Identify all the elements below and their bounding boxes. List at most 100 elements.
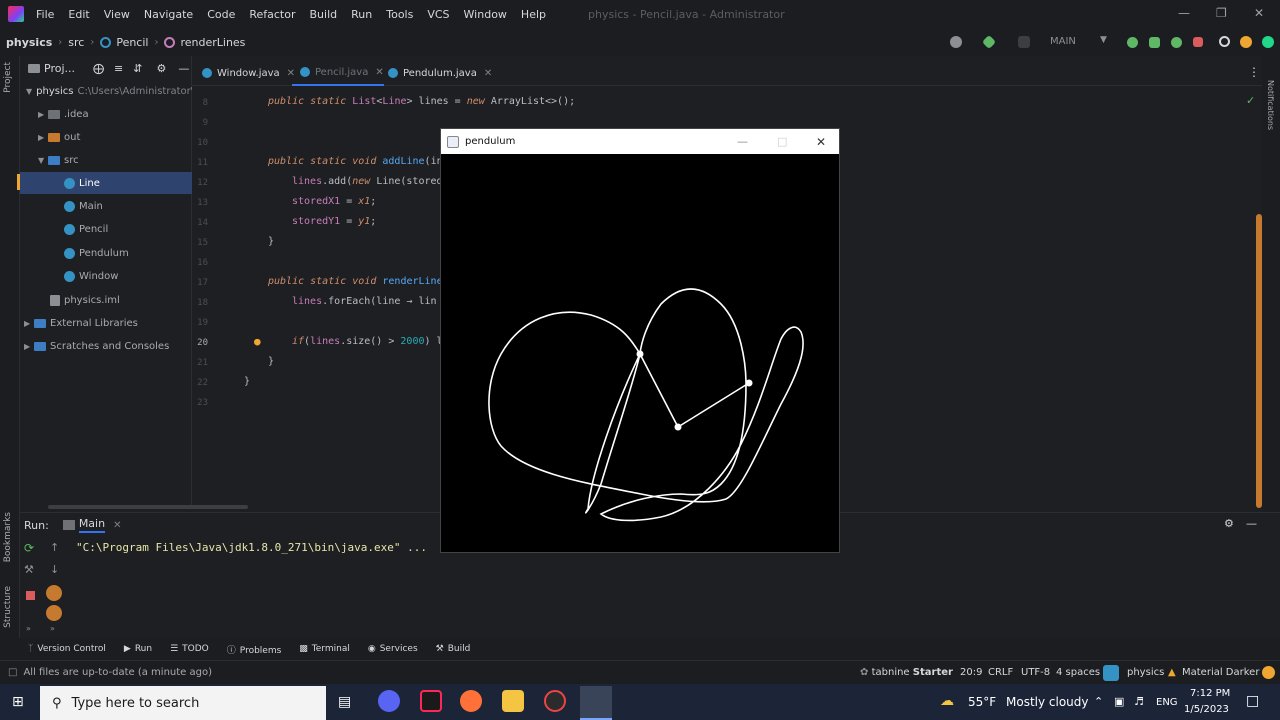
- volume-icon[interactable]: ♬: [1134, 695, 1144, 708]
- rerun-icon[interactable]: ⟳: [24, 541, 34, 555]
- tool-services[interactable]: ◉ Services: [368, 644, 418, 654]
- menu-run[interactable]: Run: [351, 8, 372, 21]
- menu-tools[interactable]: Tools: [386, 8, 413, 21]
- hide-panel-icon[interactable]: —: [1246, 517, 1257, 530]
- file-explorer-icon[interactable]: [502, 690, 524, 712]
- tray-chevron-up-icon[interactable]: ⌃: [1094, 695, 1103, 708]
- tool-version-control[interactable]: ᛉ Version Control: [28, 644, 106, 654]
- tree-item-src[interactable]: ▼ src: [20, 149, 192, 171]
- notification-icon[interactable]: [1262, 666, 1275, 679]
- maximize-icon[interactable]: ❐: [1216, 6, 1227, 20]
- close-tab-icon[interactable]: ✕: [484, 68, 492, 79]
- breadcrumb-method[interactable]: renderLines: [180, 36, 245, 49]
- tab-pendulum-java[interactable]: Pendulum.java ✕: [380, 60, 492, 86]
- debug-icon[interactable]: [1149, 37, 1160, 48]
- pendulum-titlebar[interactable]: pendulum — □ ✕: [441, 129, 839, 154]
- horizontal-scrollbar[interactable]: [48, 505, 248, 509]
- taskbar-search-box[interactable]: ⚲ Type here to search: [40, 686, 326, 720]
- stop-icon[interactable]: [26, 591, 35, 600]
- tool-problems[interactable]: ⓘ Problems: [227, 643, 282, 656]
- project-name[interactable]: physics: [1127, 667, 1164, 678]
- close-tab-icon[interactable]: ✕: [113, 520, 121, 531]
- status-message[interactable]: All files are up-to-date (a minute ago): [23, 667, 212, 678]
- notifications-tool-button[interactable]: Notifications: [1266, 80, 1275, 130]
- more-tabs-icon[interactable]: ⋮: [1248, 65, 1260, 79]
- pendulum-window[interactable]: pendulum — □ ✕: [440, 128, 840, 553]
- tree-item-scratches[interactable]: ▶ Scratches and Consoles: [20, 335, 192, 357]
- user-icon[interactable]: [950, 36, 962, 48]
- no-problems-check-icon[interactable]: ✓: [1246, 94, 1255, 107]
- soft-wrap-icon[interactable]: [46, 585, 62, 601]
- rerun-icon[interactable]: [1127, 37, 1138, 48]
- caret-position[interactable]: 20:9: [960, 667, 982, 678]
- chevron-down-icon[interactable]: ▼: [38, 156, 48, 165]
- menu-help[interactable]: Help: [521, 8, 546, 21]
- network-icon[interactable]: ▣: [1114, 695, 1124, 708]
- input-language[interactable]: ENG: [1156, 697, 1178, 708]
- search-icon[interactable]: [1219, 36, 1230, 47]
- expand-all-icon[interactable]: ≡: [114, 62, 123, 75]
- more-icon[interactable]: »: [50, 624, 55, 633]
- chevron-right-icon[interactable]: ▶: [38, 110, 48, 119]
- project-panel-title[interactable]: Proj...: [44, 62, 75, 75]
- task-view-icon[interactable]: ▤: [338, 694, 351, 710]
- structure-tool-button[interactable]: Structure: [3, 586, 13, 628]
- indent-settings[interactable]: 4 spaces: [1056, 667, 1100, 678]
- run-console-output[interactable]: "C:\Program Files\Java\jdk1.8.0_271\bin\…: [76, 541, 427, 554]
- java-taskbar-icon[interactable]: [580, 686, 612, 720]
- plugin-icon[interactable]: [1262, 36, 1274, 48]
- tool-run[interactable]: ▶ Run: [124, 644, 152, 654]
- line-separator[interactable]: CRLF: [988, 667, 1013, 678]
- gear-icon[interactable]: ⚙: [156, 62, 166, 75]
- stop-icon[interactable]: [1193, 37, 1203, 47]
- theme-name[interactable]: Material Darker: [1182, 667, 1259, 678]
- windows-start-icon[interactable]: ⊞: [12, 694, 24, 710]
- app-icon[interactable]: [544, 690, 566, 712]
- tree-item-idea[interactable]: ▶ .idea: [20, 103, 192, 125]
- intellij-taskbar-icon[interactable]: [420, 690, 442, 712]
- action-center-icon[interactable]: □: [1246, 693, 1259, 709]
- chevron-down-icon[interactable]: ▼: [1100, 35, 1107, 45]
- wrench-icon[interactable]: ⚒: [24, 563, 34, 576]
- close-icon[interactable]: ✕: [1254, 6, 1264, 20]
- hide-panel-icon[interactable]: —: [178, 62, 189, 75]
- menu-view[interactable]: View: [104, 8, 130, 21]
- bookmarks-tool-button[interactable]: Bookmarks: [3, 512, 13, 562]
- arrow-down-icon[interactable]: ↓: [50, 563, 59, 576]
- tree-item-window[interactable]: Window: [20, 265, 192, 287]
- breadcrumb-class[interactable]: Pencil: [116, 36, 148, 49]
- project-tool-button[interactable]: Project: [3, 62, 13, 93]
- firefox-icon[interactable]: [460, 690, 482, 712]
- menu-window[interactable]: Window: [464, 8, 507, 21]
- clock-time[interactable]: 7:12 PM: [1190, 688, 1230, 699]
- chevron-down-icon[interactable]: ▼: [26, 87, 32, 96]
- tree-item-out[interactable]: ▶ out: [20, 126, 192, 148]
- breadcrumb-project[interactable]: physics: [6, 36, 52, 49]
- menu-build[interactable]: Build: [310, 8, 338, 21]
- tool-build[interactable]: ⚒ Build: [436, 644, 471, 654]
- tree-item-line[interactable]: Line: [20, 172, 192, 194]
- arrow-up-icon[interactable]: ↑: [50, 541, 59, 554]
- update-icon[interactable]: [1240, 36, 1252, 48]
- minimize-icon[interactable]: —: [737, 135, 748, 148]
- tree-item-main[interactable]: Main: [20, 195, 192, 217]
- tab-window-java[interactable]: Window.java ✕: [194, 60, 295, 86]
- menu-file[interactable]: File: [36, 8, 54, 21]
- weather-text[interactable]: Mostly cloudy: [1006, 695, 1089, 709]
- weather-temp[interactable]: 55°F: [968, 695, 996, 709]
- clock-date[interactable]: 1/5/2023: [1184, 704, 1229, 715]
- maximize-icon[interactable]: □: [777, 135, 787, 148]
- menu-refactor[interactable]: Refactor: [249, 8, 295, 21]
- run-tab-main[interactable]: Main: [78, 517, 106, 533]
- menu-navigate[interactable]: Navigate: [144, 8, 193, 21]
- run-config-selector[interactable]: MAIN: [1050, 36, 1076, 47]
- discord-icon[interactable]: [378, 690, 400, 712]
- breadcrumb-src[interactable]: src: [68, 36, 84, 49]
- tree-item-pendulum[interactable]: Pendulum: [20, 242, 192, 264]
- locate-icon[interactable]: ⨁: [93, 62, 104, 75]
- close-icon[interactable]: ✕: [816, 135, 826, 149]
- scroll-to-end-icon[interactable]: [46, 605, 62, 621]
- minimize-icon[interactable]: —: [1178, 6, 1190, 20]
- menu-code[interactable]: Code: [207, 8, 235, 21]
- coverage-icon[interactable]: [1171, 37, 1182, 48]
